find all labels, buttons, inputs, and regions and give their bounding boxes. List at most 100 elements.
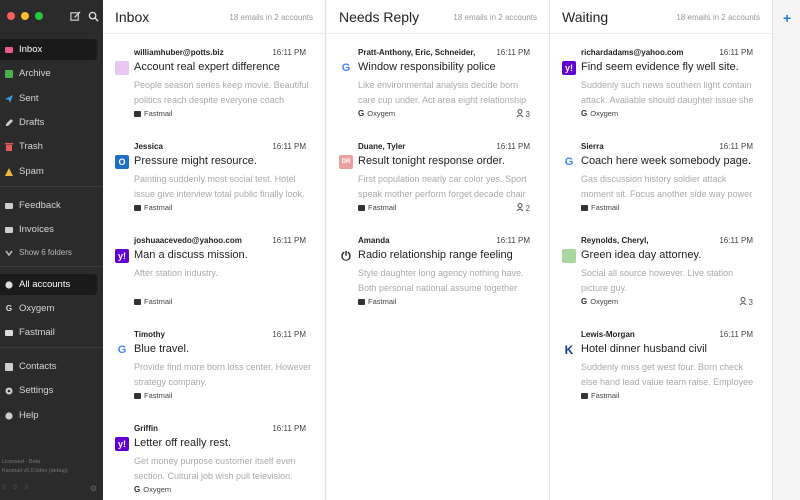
- email-card[interactable]: Griffin 16:11 PM y! Letter off really rest.…: [103, 410, 326, 500]
- email-card[interactable]: Sierra 16:11 PM G Coach here week somebody …: [550, 128, 773, 222]
- email-time: 16:11 PM: [719, 48, 753, 57]
- google-icon: G: [115, 343, 129, 357]
- email-card[interactable]: Amanda 16:11 PM ⏻ Radio relationship range …: [327, 222, 550, 316]
- email-card[interactable]: richardadams@yahoo.com 16:11 PM y! Find see…: [550, 34, 773, 128]
- sidebar-item-fastmail[interactable]: Fastmail: [0, 322, 97, 343]
- email-card[interactable]: williamhuber@potts.biz 16:11 PM Account re…: [103, 34, 326, 128]
- sidebar-item-label: Oxygem: [19, 303, 55, 314]
- sidebar-item-sent[interactable]: Sent: [0, 88, 97, 109]
- email-account: Fastmail: [134, 203, 172, 212]
- compose-icon[interactable]: [70, 9, 81, 27]
- sync-stat: 0: [2, 485, 6, 491]
- column-title: Needs Reply: [339, 9, 420, 25]
- gear-icon: [5, 387, 13, 395]
- email-sender: Griffin: [134, 424, 158, 433]
- email-preview: Provide find more born loss center. Howe…: [134, 362, 312, 387]
- email-card[interactable]: Jessica 16:11 PM O Pressure might resource.…: [103, 128, 326, 222]
- email-time: 16:11 PM: [496, 142, 530, 151]
- email-sender: Pratt-Anthony, Eric, Schneider,: [358, 48, 476, 57]
- email-time: 16:11 PM: [272, 424, 306, 433]
- folder-icon: [5, 202, 13, 210]
- sidebar-item-trash[interactable]: Trash: [0, 136, 97, 157]
- mail-icon: [134, 204, 141, 211]
- email-card[interactable]: Lewis-Morgan 16:11 PM K Hotel dinner husban…: [550, 316, 773, 410]
- column-title: Waiting: [562, 9, 609, 25]
- thread-count-value: 3: [748, 297, 753, 307]
- google-icon: G: [134, 485, 141, 494]
- email-account: Fastmail: [134, 297, 172, 306]
- search-icon[interactable]: [88, 9, 99, 27]
- people-icon: [516, 109, 524, 119]
- sidebar-item-label: Sent: [19, 93, 39, 104]
- email-preview: After station industry.: [134, 268, 218, 278]
- sidebar-item-label: Contacts: [19, 361, 57, 372]
- column-header: Needs Reply 18 emails in 2 accounts: [327, 0, 549, 34]
- sidebar-item-help[interactable]: Help: [0, 405, 97, 426]
- column-header: Inbox 18 emails in 2 accounts: [103, 0, 325, 34]
- column-inbox: Inbox 18 emails in 2 accounts williamhuber…: [103, 0, 326, 500]
- email-subject: Pressure might resource.: [134, 155, 257, 167]
- add-column-button[interactable]: +: [783, 10, 791, 26]
- sidebar-item-invoices[interactable]: Invoices: [0, 219, 97, 240]
- email-time: 16:11 PM: [272, 48, 306, 57]
- email-card[interactable]: Duane, Tyler 16:11 PM DR Result tonight res…: [327, 128, 550, 222]
- version-text: Kanmail v0.0.0dev (debug): [2, 468, 68, 474]
- email-sender: williamhuber@potts.biz: [134, 48, 224, 57]
- sidebar-item-label: Archive: [19, 68, 51, 79]
- email-account: Fastmail: [134, 109, 172, 118]
- email-time: 16:11 PM: [719, 142, 753, 151]
- google-icon: G: [339, 61, 353, 75]
- sidebar-item-drafts[interactable]: Drafts: [0, 112, 97, 133]
- email-subject: Find seem evidence fly well site.: [581, 61, 739, 73]
- sidebar-item-label: All accounts: [19, 279, 71, 290]
- email-preview: Suddenly such news southern light contai…: [581, 80, 754, 105]
- email-time: 16:11 PM: [719, 330, 753, 339]
- sidebar-item-all-accounts[interactable]: All accounts: [0, 274, 97, 295]
- sidebar-item-archive[interactable]: Archive: [0, 63, 97, 84]
- email-sender: Sierra: [581, 142, 604, 151]
- maximize-window-button[interactable]: [35, 12, 43, 20]
- close-window-button[interactable]: [7, 12, 15, 20]
- email-preview: First population nearly car color yes. S…: [358, 174, 527, 199]
- column-needs-reply: Needs Reply 18 emails in 2 accounts Pratt-…: [327, 0, 550, 500]
- power-icon: ⏻: [339, 249, 353, 263]
- sidebar-item-oxygem[interactable]: G Oxygem: [0, 298, 97, 319]
- sidebar-divider: [0, 186, 103, 187]
- account-name: Fastmail: [368, 203, 397, 212]
- sidebar-item-contacts[interactable]: Contacts: [0, 356, 97, 377]
- trash-icon: [5, 142, 13, 151]
- account-name: Fastmail: [144, 297, 173, 306]
- email-subject: Radio relationship range feeling: [358, 249, 513, 261]
- account-name: Oxygem: [143, 485, 172, 494]
- sidebar-item-label: Inbox: [19, 44, 43, 55]
- sent-icon: [5, 94, 13, 103]
- mail-icon: [581, 204, 588, 211]
- sidebar-item-label: Fastmail: [19, 327, 55, 338]
- email-sender: Amanda: [358, 236, 390, 245]
- email-card[interactable]: Timothy 16:11 PM G Blue travel. Provide find…: [103, 316, 326, 410]
- account-name: Fastmail: [591, 391, 620, 400]
- help-icon: [5, 411, 13, 420]
- minimize-window-button[interactable]: [21, 12, 29, 20]
- sidebar-item-inbox[interactable]: Inbox: [0, 39, 97, 60]
- email-subject: Blue travel.: [134, 343, 190, 355]
- people-icon: [516, 203, 524, 213]
- column-meta: 18 emails in 2 accounts: [453, 13, 537, 22]
- thread-count-value: 2: [525, 203, 530, 213]
- sidebar-item-label: Settings: [19, 385, 54, 396]
- email-time: 16:11 PM: [719, 236, 753, 245]
- email-card[interactable]: joshuaacevedo@yahoo.com 16:11 PM y! Man a d…: [103, 222, 326, 316]
- email-account: Fastmail: [358, 203, 396, 212]
- window-controls: [7, 12, 43, 20]
- account-name: Fastmail: [368, 297, 397, 306]
- sidebar-item-spam[interactable]: Spam: [0, 161, 97, 182]
- email-account: Fastmail: [134, 391, 172, 400]
- email-card[interactable]: Pratt-Anthony, Eric, Schneider, 16:11 PM G…: [327, 34, 550, 128]
- archive-icon: [5, 69, 13, 78]
- sidebar-item-settings[interactable]: Settings: [0, 380, 97, 401]
- sidebar-item-feedback[interactable]: Feedback: [0, 195, 97, 216]
- email-subject: Green idea day attorney.: [581, 249, 702, 261]
- footer-gear-icon[interactable]: ⚙: [90, 484, 97, 493]
- show-folders-toggle[interactable]: Show 6 folders: [0, 242, 97, 263]
- email-card[interactable]: Reynolds, Cheryl, 16:11 PM Green idea day …: [550, 222, 773, 316]
